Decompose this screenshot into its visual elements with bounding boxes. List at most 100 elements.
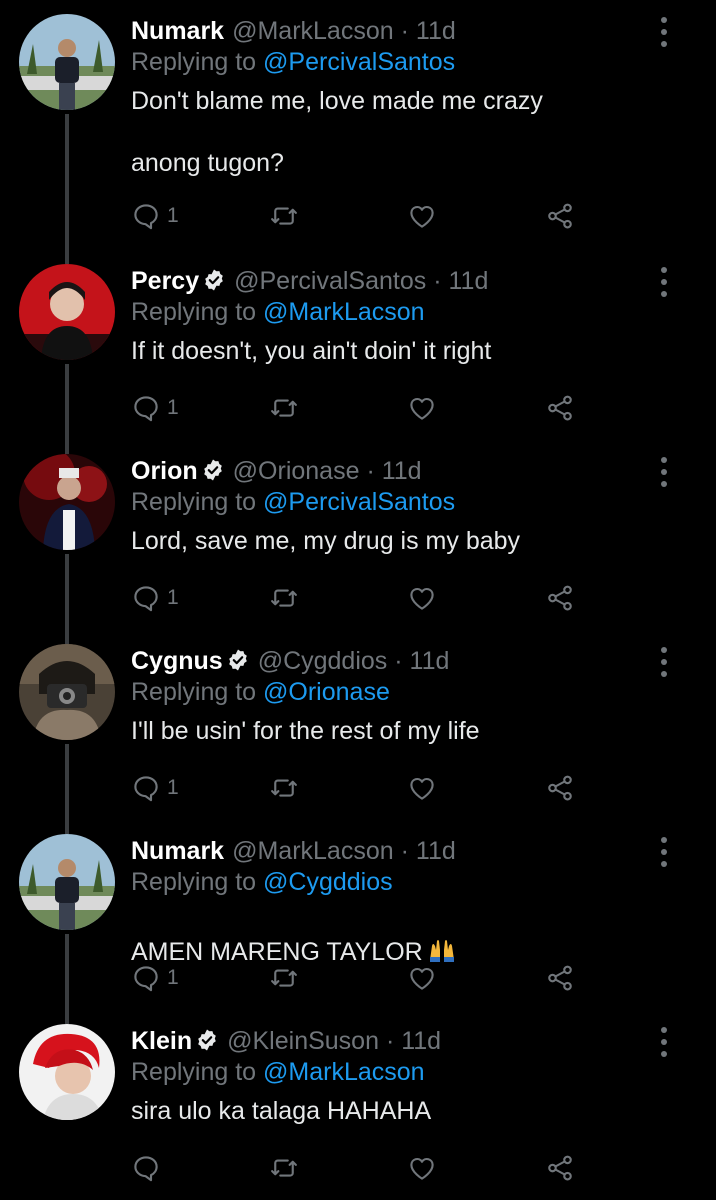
tweet[interactable]: Numark @MarkLacson · 11d Replying to @Per… [0, 0, 716, 250]
display-name[interactable]: Klein [131, 1027, 192, 1055]
separator-dot: · [366, 457, 375, 485]
more-vertical-icon[interactable] [652, 644, 676, 680]
user-handle[interactable]: @MarkLacson [232, 837, 394, 865]
user-handle[interactable]: @MarkLacson [232, 17, 394, 45]
share-button[interactable] [545, 768, 575, 808]
tweet[interactable]: Klein @KleinSuson · 11d Replying to @Mark… [0, 1010, 716, 1200]
heart-icon [410, 777, 434, 800]
replying-to-label: Replying to [131, 298, 257, 326]
avatar[interactable] [19, 644, 115, 740]
tweet[interactable]: Cygnus @Cygddios · 11d Replying to @Orion… [0, 630, 716, 820]
reply-count: 1 [167, 966, 179, 989]
display-name[interactable]: Orion [131, 457, 198, 485]
replying-to-line: Replying to @Cygddios [131, 867, 393, 897]
like-button[interactable] [407, 388, 437, 428]
more-vertical-icon[interactable] [652, 264, 676, 300]
timestamp[interactable]: 11d [416, 17, 456, 45]
share-button[interactable] [545, 196, 575, 236]
timestamp[interactable]: 11d [410, 647, 450, 675]
tweet-header: Numark @MarkLacson · 11d [131, 16, 456, 46]
reply-button[interactable]: 1 [131, 768, 179, 808]
replying-to-mention[interactable]: @PercivalSantos [263, 48, 455, 76]
avatar[interactable] [19, 834, 115, 930]
avatar[interactable] [19, 14, 115, 110]
share-button[interactable] [545, 958, 575, 998]
user-handle[interactable]: @PercivalSantos [234, 267, 426, 295]
retweet-button[interactable] [269, 196, 299, 236]
display-name[interactable]: Numark [131, 17, 224, 45]
tweet-header: Cygnus @Cygddios · 11d [131, 646, 449, 676]
more-vertical-icon[interactable] [652, 14, 676, 50]
user-handle[interactable]: @KleinSuson [227, 1027, 379, 1055]
comment-bubble-icon [134, 396, 158, 422]
separator-dot: · [394, 647, 403, 675]
more-vertical-icon[interactable] [652, 454, 676, 490]
comment-bubble-icon [134, 586, 158, 612]
tweet-text: Don't blame me, love made me crazy anong… [131, 87, 543, 177]
share-button[interactable] [545, 1148, 575, 1188]
retweet-button[interactable] [269, 958, 299, 998]
reply-button[interactable]: 1 [131, 958, 179, 998]
timestamp[interactable]: 11d [401, 1027, 441, 1055]
retweet-icon [271, 399, 297, 417]
share-icon [548, 965, 572, 991]
share-button[interactable] [545, 388, 575, 428]
separator-dot: · [400, 837, 409, 865]
heart-icon [410, 587, 434, 610]
timestamp[interactable]: 11d [416, 837, 456, 865]
timestamp[interactable]: 11d [382, 457, 422, 485]
heart-icon [410, 1157, 434, 1180]
like-button[interactable] [407, 578, 437, 618]
reply-button[interactable]: 1 [131, 578, 179, 618]
replying-to-line: Replying to @PercivalSantos [131, 487, 455, 517]
reply-button[interactable]: 1 [131, 196, 179, 236]
tweet[interactable]: Percy @PercivalSantos · 11d Replying to @… [0, 250, 716, 440]
share-icon [548, 395, 572, 421]
tweet-actions: 1 [131, 578, 591, 618]
display-name[interactable]: Numark [131, 837, 224, 865]
separator-dot: · [400, 17, 409, 45]
replying-to-line: Replying to @MarkLacson [131, 297, 425, 327]
replying-to-mention[interactable]: @MarkLacson [263, 1058, 425, 1086]
tweet-actions: 1 [131, 958, 591, 998]
timestamp[interactable]: 11d [449, 267, 489, 295]
share-icon [548, 203, 572, 229]
replying-to-mention[interactable]: @Cygddios [263, 868, 393, 896]
reply-count: 1 [167, 776, 179, 799]
like-button[interactable] [407, 768, 437, 808]
avatar[interactable] [19, 1024, 115, 1120]
retweet-button[interactable] [269, 768, 299, 808]
tweet[interactable]: Orion @Orionase · 11d Replying to @Perciv… [0, 440, 716, 630]
reply-button[interactable]: 1 [131, 388, 179, 428]
user-handle[interactable]: @Cygddios [258, 647, 388, 675]
display-name[interactable]: Cygnus [131, 647, 223, 675]
like-button[interactable] [407, 1148, 437, 1188]
display-name[interactable]: Percy [131, 267, 199, 295]
separator-dot: · [385, 1027, 395, 1055]
verified-badge-icon [198, 1029, 216, 1051]
tweet[interactable]: Numark @MarkLacson · 11d Replying to @Cyg… [0, 820, 716, 1010]
verified-badge-icon [205, 269, 223, 291]
more-vertical-icon[interactable] [652, 1024, 676, 1060]
retweet-button[interactable] [269, 578, 299, 618]
like-button[interactable] [407, 958, 437, 998]
retweet-button[interactable] [269, 1148, 299, 1188]
retweet-icon [271, 589, 297, 607]
comment-bubble-icon [134, 1156, 158, 1182]
share-button[interactable] [545, 578, 575, 618]
replying-to-mention[interactable]: @PercivalSantos [263, 488, 455, 516]
retweet-button[interactable] [269, 388, 299, 428]
user-handle[interactable]: @Orionase [233, 457, 360, 485]
tweet-text: sira ulo ka talaga HAHAHA [131, 1097, 432, 1125]
tweet-text: I'll be usin' for the rest of my life [131, 717, 480, 745]
replying-to-mention[interactable]: @Orionase [263, 678, 390, 706]
reply-count: 1 [167, 204, 179, 227]
avatar[interactable] [19, 264, 115, 360]
replying-to-mention[interactable]: @MarkLacson [263, 298, 425, 326]
avatar[interactable] [19, 454, 115, 550]
reply-button[interactable] [131, 1148, 167, 1188]
comment-bubble-icon [134, 204, 158, 230]
like-button[interactable] [407, 196, 437, 236]
replying-to-line: Replying to @Orionase [131, 677, 390, 707]
more-vertical-icon[interactable] [652, 834, 676, 870]
